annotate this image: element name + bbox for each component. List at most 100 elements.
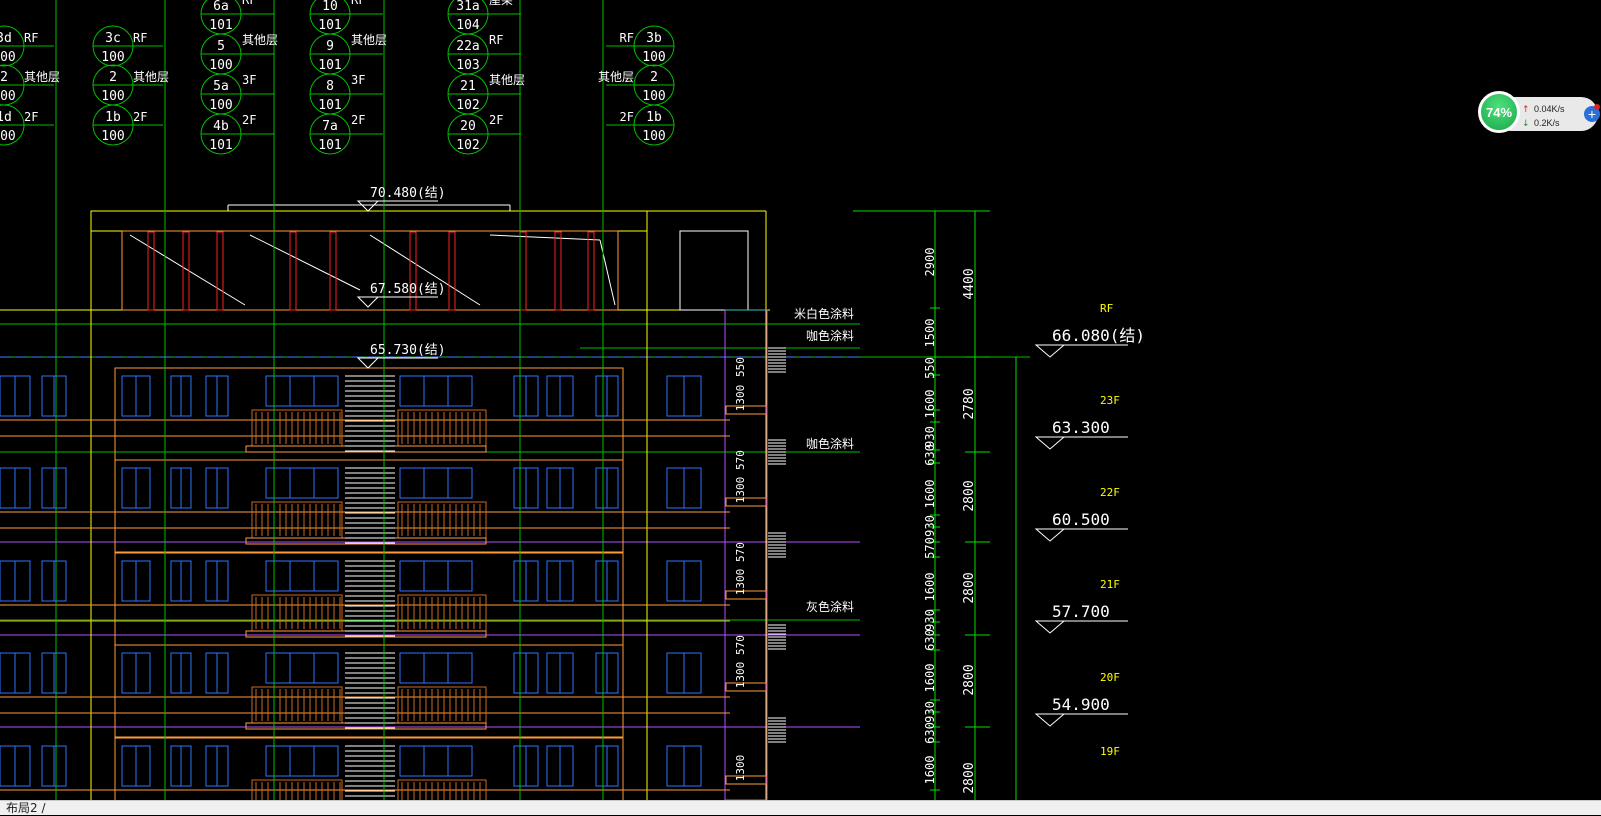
roof-low-elevation: 65.730(结) [356,343,446,369]
dim-side-label: 550 [734,357,747,377]
bubble-label: 1b [105,110,121,125]
level-triangle [1034,436,1066,450]
red-column-8 [554,231,562,311]
level-value: 60.500 [1052,510,1110,529]
elevation-triangle [356,357,380,369]
red-column-4 [329,231,337,311]
bubble-label: 4b [213,119,229,134]
dim-inner-label: 550 [923,357,937,379]
balcony-window [265,375,339,407]
level-floor-tag: 19F [1100,745,1120,758]
balcony-window [399,652,473,684]
bubble-label: 5 [217,39,225,54]
red-column-7 [519,231,527,311]
bubble-floor-tag: RF [24,31,38,45]
roof-frame [121,230,619,311]
balcony-window [265,467,339,499]
grid-bubble: 5a100 [200,73,242,115]
balcony-window [265,745,339,777]
grid-bubble: 3b100 [633,25,675,67]
bubble-number: 100 [642,50,665,65]
level-triangle [1034,620,1066,634]
balcony-window [399,375,473,407]
upload-speed: 0.04K/s [1534,104,1565,114]
dimension-chain: 2900150055016009306301600930570160093063… [734,210,1017,800]
dim-side-label: 1300 [734,477,747,504]
level-marker: 21F 57.700 [1034,578,1128,634]
dim-side-label: 1300 [734,662,747,689]
level-triangle [1034,528,1066,542]
level-floor-tag: RF [1100,302,1113,315]
level-value: 57.700 [1052,602,1110,621]
elevation-triangle [356,296,380,308]
bubble-floor-tag: 3F [242,73,256,87]
layout-tab[interactable]: 布局2 / [6,799,46,816]
bubble-floor-tag: 其他层 [24,70,60,84]
bubble-number: 100 [0,129,16,144]
level-floor-tag: 21F [1100,578,1120,591]
dim-inner-label: 630 [923,444,937,466]
bubble-label: 3b [646,31,662,46]
level-marker: RF 66.080(结) [1034,302,1145,358]
level-marker: 23F 63.300 [1034,394,1128,450]
dim-inner-label: 570 [923,537,937,559]
bubble-floor-tag: 其他层 [489,73,525,87]
grid-bubble: 10101 [309,0,351,35]
grid-bubble: 31a104 [447,0,489,35]
balcony-window [399,560,473,592]
bubble-floor-tag: 2F [133,110,147,124]
floor-2 [0,532,786,646]
bubble-number: 100 [101,89,124,104]
bubble-label: 21 [460,79,476,94]
parapet [90,210,648,232]
grid-bubble: 2100 [0,64,25,106]
dim-side-label: 570 [734,635,747,655]
bubble-number: 101 [318,98,341,113]
bubble-floor-tag: 2F [620,110,634,124]
network-monitor-widget[interactable]: ↑ 0.04K/s ↓ 0.2K/s 74% + [1478,91,1600,135]
grid-bubble: 1b100 [92,104,134,146]
material-note: 米白色涂料 [794,306,854,321]
bubble-number: 103 [456,58,479,73]
bubble-floor-tag: RF [351,0,365,7]
bubble-label: 2 [109,70,117,85]
bubble-number: 101 [318,18,341,33]
level-marker: 20F 54.900 [1034,671,1128,727]
dim-inner-label: 1500 [923,319,937,348]
dim-inner-label: 630 [923,722,937,744]
bubble-label: 10 [322,0,338,14]
bubble-floor-tag: 其他层 [242,33,278,47]
dim-side-label: 570 [734,450,747,470]
grid-bubble: 21102 [447,73,489,115]
bubble-number: 100 [209,98,232,113]
bubble-label: 6a [213,0,229,14]
level-marker: 22F 60.500 [1034,486,1128,542]
level-triangle [1034,344,1066,358]
roof-slope-4 [599,239,616,306]
floor-1 [0,439,786,553]
balcony-window [399,467,473,499]
bubble-floor-tag: RF [620,31,634,45]
grid-bubble: 1b100 [633,104,675,146]
dim-side-label: 1300 [734,569,747,596]
roof-top-elevation: 70.480(结) [356,186,446,212]
bubble-label: 3c [105,31,121,46]
dim-inner-label: 2900 [923,248,937,277]
status-bar: 布局2 / [0,800,1601,815]
dim-inner-label: 1600 [923,390,937,419]
bubble-number: 100 [642,89,665,104]
grid-bubble: 7a101 [309,113,351,155]
cad-drawing-canvas[interactable]: 3d100RF2100其他层1d1002F3c100RF2100其他层1b100… [0,0,1601,800]
roof-slope-1 [249,234,361,291]
level-value: 63.300 [1052,418,1110,437]
floor-4 [0,717,786,800]
dim-inner-label: 930 [923,609,937,631]
memory-usage-gauge[interactable]: 74% [1478,91,1520,133]
bubble-number: 100 [101,129,124,144]
railing [397,409,487,447]
dim-outer-label: 4400 [962,268,977,299]
material-notes: 米白色涂料咖色涂料咖色涂料灰色涂料 [794,306,854,614]
dim-inner-label: 630 [923,629,937,651]
dim-outer-label: 2800 [962,762,977,793]
material-note: 咖色涂料 [806,328,854,343]
